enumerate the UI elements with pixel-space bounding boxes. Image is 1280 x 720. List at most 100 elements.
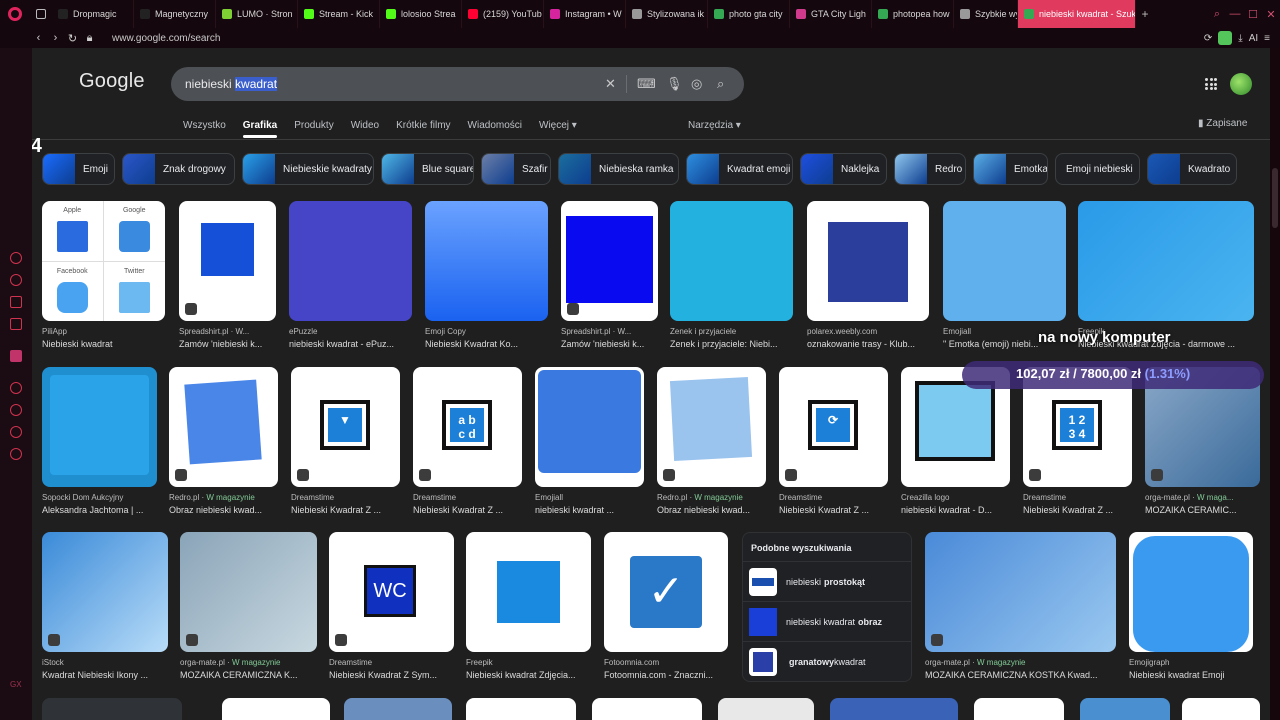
- tab-item[interactable]: (2159) YouTub: [462, 0, 544, 28]
- image-result[interactable]: Redro.pl · W magazynie Obraz niebieski kw…: [657, 367, 766, 515]
- result-title[interactable]: Obraz niebieski kwad...: [657, 505, 766, 515]
- image-result[interactable]: Emojiall niebieski kwadrat ...: [535, 367, 644, 515]
- result-title[interactable]: niebieski kwadrat - D...: [901, 505, 1010, 515]
- related-chip[interactable]: Blue square: [381, 153, 474, 185]
- result-title[interactable]: Niebieski Kwadrat Z ...: [413, 505, 522, 515]
- result-title[interactable]: Fotoomnia.com - Znaczni...: [604, 670, 728, 680]
- filter-tab[interactable]: Wideo: [351, 120, 379, 131]
- result-source[interactable]: Dreamstime: [329, 658, 454, 667]
- related-chip[interactable]: Niebieskie kwadraty: [242, 153, 374, 185]
- result-source[interactable]: Dreamstime: [413, 493, 522, 502]
- image-result[interactable]: ⟳ Dreamstime Niebieski Kwadrat Z ...: [779, 367, 888, 515]
- sidebar-settings-icon[interactable]: [10, 448, 22, 460]
- result-image[interactable]: [179, 201, 276, 321]
- image-result[interactable]: orga-mate.pl · W magazynie MOZAIKA CERAMI…: [180, 532, 317, 680]
- tab-item[interactable]: niebieski kwadrat - Szuk✕: [1018, 0, 1136, 28]
- extension-icon[interactable]: [1218, 31, 1233, 45]
- tab-item[interactable]: Stream - Kick: [298, 0, 380, 28]
- image-result[interactable]: Redro.pl · W magazynie Obraz niebieski kw…: [169, 367, 278, 515]
- image-result[interactable]: Emoji Copy Niebieski Kwadrat Ko...: [425, 201, 548, 349]
- result-image[interactable]: [1129, 532, 1253, 652]
- maximize-button[interactable]: ☐: [1244, 8, 1262, 21]
- result-image[interactable]: [718, 698, 814, 720]
- result-image[interactable]: ⟳: [779, 367, 888, 487]
- result-title[interactable]: MOZAIKA CERAMIC...: [1145, 505, 1260, 515]
- result-image[interactable]: [830, 698, 958, 720]
- minimize-button[interactable]: —: [1226, 8, 1244, 20]
- result-source[interactable]: polarex.weebly.com: [807, 327, 929, 336]
- sidebar-twitch-icon[interactable]: [10, 350, 22, 362]
- forward-button[interactable]: ›: [47, 32, 64, 44]
- image-result[interactable]: ▼ Dreamstime Niebieski Kwadrat Z ...: [291, 367, 400, 515]
- result-source[interactable]: orga-mate.pl · W maga...: [1145, 493, 1260, 502]
- image-result[interactable]: Zenek i przyjaciele Zenek i przyjaciele: …: [670, 201, 793, 349]
- result-image[interactable]: [1080, 698, 1170, 720]
- result-image[interactable]: [425, 201, 548, 321]
- result-source[interactable]: PiliApp: [42, 327, 165, 336]
- result-image[interactable]: [974, 698, 1064, 720]
- result-title[interactable]: Niebieski Kwadrat Z ...: [779, 505, 888, 515]
- result-image[interactable]: [943, 201, 1066, 321]
- image-result[interactable]: orga-mate.pl · W magazynie MOZAIKA CERAMI…: [925, 532, 1116, 680]
- result-source[interactable]: Redro.pl · W magazynie: [657, 493, 766, 502]
- image-result[interactable]: iStock Kwadrat Niebieski Ikony ...: [42, 532, 168, 680]
- result-image[interactable]: [222, 698, 330, 720]
- result-source[interactable]: Emojiall: [535, 493, 644, 502]
- related-search-item[interactable]: niebieski kwadrat obraz: [743, 601, 911, 641]
- tab-item[interactable]: photo gta city: [708, 0, 790, 28]
- tab-item[interactable]: Stylizowana ik: [626, 0, 708, 28]
- result-title[interactable]: Niebieski Kwadrat Z Sym...: [329, 670, 454, 680]
- clear-icon[interactable]: ✕: [605, 76, 616, 92]
- result-image[interactable]: [925, 532, 1116, 652]
- filter-tab[interactable]: Wszystko: [183, 120, 226, 131]
- url-field[interactable]: www.google.com/search: [112, 33, 220, 44]
- image-result[interactable]: Spreadshirt.pl · W... Zamów 'niebieski k.…: [561, 201, 658, 349]
- tab-item[interactable]: Magnetyczny: [134, 0, 216, 28]
- related-search-item[interactable]: niebieski prostokąt: [743, 561, 911, 601]
- tab-item[interactable]: LUMO · Stron: [216, 0, 298, 28]
- result-source[interactable]: Emoji Copy: [425, 327, 548, 336]
- result-source[interactable]: Emojigraph: [1129, 658, 1253, 667]
- result-source[interactable]: Creazilla logo: [901, 493, 1010, 502]
- menu-icon[interactable]: ≡: [1264, 33, 1270, 44]
- related-chip[interactable]: Niebieska ramka: [558, 153, 679, 185]
- related-chip[interactable]: Znak drogowy: [122, 153, 235, 185]
- ai-button[interactable]: AI: [1249, 33, 1258, 44]
- result-image[interactable]: [42, 367, 157, 487]
- sidebar-ai-icon[interactable]: [10, 252, 22, 264]
- scrollbar[interactable]: [1270, 48, 1280, 720]
- tab-overview-icon[interactable]: [30, 9, 52, 19]
- result-title[interactable]: Kwadrat Niebieski Ikony ...: [42, 670, 168, 680]
- result-source[interactable]: Spreadshirt.pl · W...: [179, 327, 276, 336]
- sidebar-history-icon[interactable]: [10, 404, 22, 416]
- search-box[interactable]: niebieski kwadrat ✕ ⌨ 🎙︎ ◎ ⌕: [171, 67, 744, 101]
- related-search-item[interactable]: granatowy kwadrat: [743, 641, 911, 681]
- result-source[interactable]: Redro.pl · W magazynie: [169, 493, 278, 502]
- image-result[interactable]: Creazilla logo niebieski kwadrat - D...: [901, 367, 1010, 515]
- result-title[interactable]: niebieski kwadrat - ePuz...: [289, 339, 412, 349]
- image-result[interactable]: ePuzzle niebieski kwadrat - ePuz...: [289, 201, 412, 349]
- tab-item[interactable]: Szybkie wybie: [954, 0, 1018, 28]
- related-chip[interactable]: Emotka: [973, 153, 1048, 185]
- sidebar-clock-icon[interactable]: [10, 382, 22, 394]
- related-chip[interactable]: Szafir: [481, 153, 551, 185]
- result-image[interactable]: [1182, 698, 1260, 720]
- tab-item[interactable]: Instagram • W: [544, 0, 626, 28]
- related-chip[interactable]: Redro: [894, 153, 966, 185]
- result-title[interactable]: Aleksandra Jachtoma | ...: [42, 505, 157, 515]
- result-image[interactable]: [1078, 201, 1254, 321]
- image-result[interactable]: polarex.weebly.com oznakowanie trasy - Kl…: [807, 201, 929, 349]
- saved-button[interactable]: ▮ Zapisane: [1198, 118, 1247, 129]
- result-source[interactable]: Dreamstime: [779, 493, 888, 502]
- sidebar-extensions-icon[interactable]: [10, 426, 22, 438]
- result-source[interactable]: Dreamstime: [1023, 493, 1132, 502]
- result-source[interactable]: Zenek i przyjaciele: [670, 327, 793, 336]
- back-button[interactable]: ‹: [30, 32, 47, 44]
- image-result[interactable]: Emojiall " Emotka (emoji) niebi...: [943, 201, 1066, 349]
- image-result[interactable]: Emojigraph Niebieski kwadrat Emoji: [1129, 532, 1253, 680]
- result-title[interactable]: Niebieski kwadrat: [42, 339, 165, 349]
- reload-button[interactable]: ↻: [64, 32, 81, 45]
- result-image[interactable]: [344, 698, 452, 720]
- result-image[interactable]: [670, 201, 793, 321]
- opera-menu-icon[interactable]: [0, 0, 30, 28]
